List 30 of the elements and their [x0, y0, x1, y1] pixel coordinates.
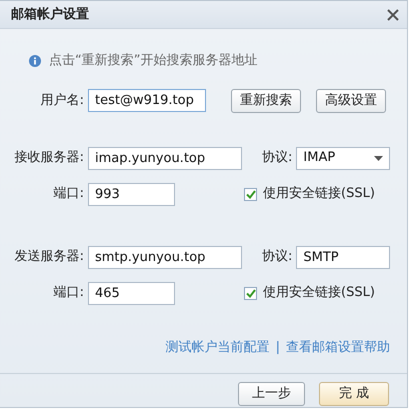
- back-button[interactable]: 上一步: [238, 382, 305, 406]
- settings-button[interactable]: 高级设置: [316, 88, 386, 112]
- username-field[interactable]: test@w919.top: [88, 89, 206, 112]
- field-label: 用户名:: [40, 92, 84, 110]
- field-label: 接收服务器:: [14, 149, 84, 168]
- server-field[interactable]: smtp.yunyou.top: [88, 246, 242, 268]
- checkbox-label: 使用安全链接(SSL): [263, 185, 375, 204]
- field-label: 协议:: [262, 149, 292, 168]
- checkbox[interactable]: [244, 286, 257, 300]
- info-icon: [29, 54, 41, 67]
- field-label: 端口:: [52, 185, 84, 204]
- field-label: 端口:: [52, 284, 84, 302]
- help-link[interactable]: 测试帐户当前配置: [166, 338, 270, 357]
- server-field[interactable]: imap.yunyou.top: [88, 146, 242, 170]
- protocol-dropdown[interactable]: IMAP: [296, 146, 390, 170]
- caret-icon: [374, 156, 384, 160]
- port-field[interactable]: 993: [88, 182, 175, 206]
- info-text: 点击“重新搜索”开始搜索服务器地址: [49, 52, 258, 70]
- search-button[interactable]: 重新搜索: [231, 88, 301, 112]
- checkbox-label: 使用安全链接(SSL): [263, 284, 375, 302]
- port-field[interactable]: 465: [88, 282, 175, 304]
- finish-button[interactable]: 完 成: [319, 382, 389, 406]
- window-title: 邮箱帐户设置: [11, 6, 89, 24]
- field-label: 发送服务器:: [14, 248, 84, 266]
- help-link[interactable]: 查看邮箱设置帮助: [286, 338, 390, 357]
- checkbox[interactable]: [244, 188, 257, 200]
- protocol-field[interactable]: SMTP: [296, 246, 390, 268]
- field-label: 协议:: [262, 248, 292, 266]
- link-separator: |: [276, 338, 280, 356]
- close-icon[interactable]: [387, 8, 399, 20]
